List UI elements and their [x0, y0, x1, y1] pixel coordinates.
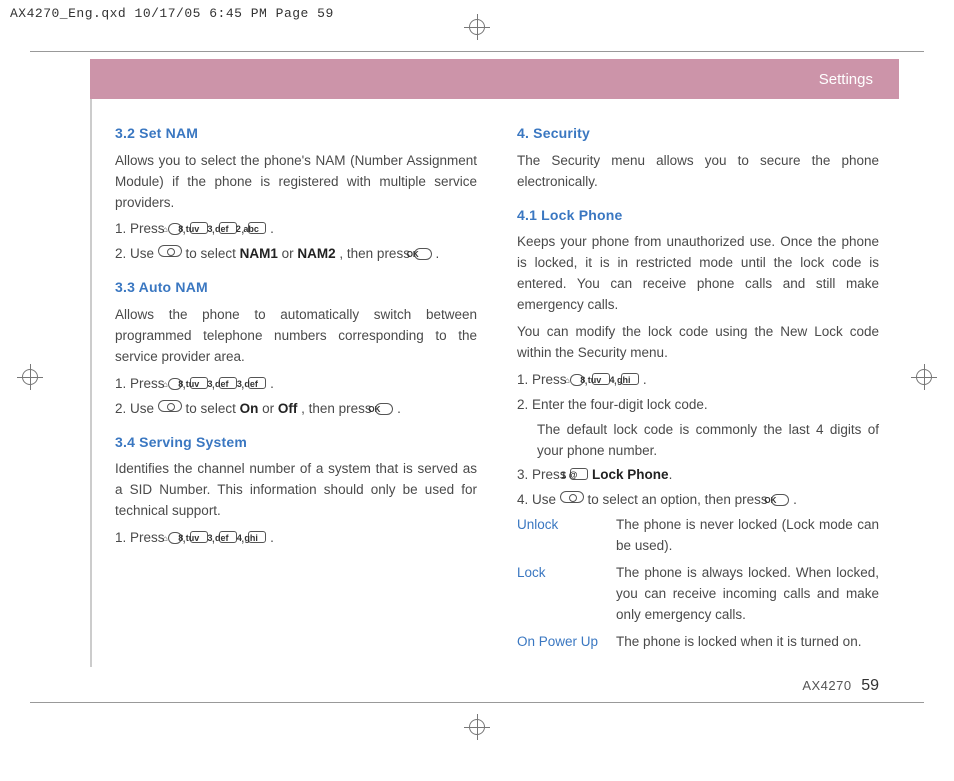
- key-8-icon: 8 tuv: [592, 373, 610, 385]
- header-band: Settings: [90, 59, 899, 99]
- option-term: On Power Up: [517, 632, 616, 659]
- step-3-2-1: 1. Press ⌂, 8 tuv , 3 def , 2 abc .: [115, 219, 477, 240]
- key-8-icon: 8 tuv: [190, 377, 208, 389]
- rule-top: [30, 51, 924, 52]
- key-8-icon: 8 tuv: [190, 531, 208, 543]
- footer: AX4270 59: [802, 677, 879, 695]
- option-term: Unlock: [517, 515, 616, 563]
- registration-mark-right: [911, 364, 937, 390]
- key-3-icon: 3 def: [219, 222, 237, 234]
- right-column: 4. Security The Security menu allows you…: [517, 123, 879, 657]
- para-4-1b: You can modify the lock code using the N…: [517, 322, 879, 364]
- para-3-3: Allows the phone to automatically switch…: [115, 305, 477, 368]
- page-frame: Settings 3.2 Set NAM Allows you to selec…: [30, 27, 924, 727]
- para-4-1a: Keeps your phone from unauthorized use. …: [517, 232, 879, 316]
- text: to select: [186, 401, 240, 416]
- text: 2. Use: [115, 246, 158, 261]
- header-title: Settings: [819, 71, 873, 88]
- step-3-4-1: 1. Press ⌂, 8 tuv , 3 def , 4 ghi .: [115, 528, 477, 549]
- rule-bottom: [30, 702, 924, 703]
- key-8-icon: 8 tuv: [190, 222, 208, 234]
- para-4: The Security menu allows you to secure t…: [517, 151, 879, 193]
- option-row-unlock: Unlock The phone is never locked (Lock m…: [517, 515, 879, 563]
- text: to select: [186, 246, 240, 261]
- step-3-3-2: 2. Use to select On or Off , then press …: [115, 399, 477, 420]
- text: 4. Use: [517, 492, 560, 507]
- text: 1. Press: [115, 376, 168, 391]
- bold-nam2: NAM2: [297, 246, 335, 261]
- text: , then press: [301, 401, 375, 416]
- content-area: 3.2 Set NAM Allows you to select the pho…: [115, 123, 879, 657]
- step-4-1-2-sub: The default lock code is commonly the la…: [517, 420, 879, 462]
- para-3-4: Identifies the channel number of a syste…: [115, 459, 477, 522]
- text: , then press: [339, 246, 413, 261]
- key-3-icon: 3 def: [219, 377, 237, 389]
- option-def: The phone is always locked. When locked,…: [616, 563, 879, 632]
- nav-key-icon: [560, 491, 584, 503]
- left-column: 3.2 Set NAM Allows you to select the pho…: [115, 123, 477, 657]
- bold-on: On: [240, 401, 259, 416]
- bold-nam1: NAM1: [240, 246, 278, 261]
- option-row-lock: Lock The phone is always locked. When lo…: [517, 563, 879, 632]
- heading-3-2: 3.2 Set NAM: [115, 123, 477, 145]
- key-1-icon: 1 @: [570, 468, 588, 480]
- footer-page: 59: [861, 677, 879, 694]
- step-4-1-2: 2. Enter the four-digit lock code.: [517, 395, 879, 416]
- registration-mark-bottom: [464, 714, 490, 740]
- key-4-icon: 4 ghi: [248, 531, 266, 543]
- text: 1. Press: [517, 372, 570, 387]
- step-4-1-3: 3. Press 1 @ Lock Phone.: [517, 465, 879, 486]
- ok-key-icon: OK: [375, 403, 393, 415]
- heading-4-1: 4.1 Lock Phone: [517, 205, 879, 227]
- heading-3-4: 3.4 Serving System: [115, 432, 477, 454]
- step-3-2-2: 2. Use to select NAM1 or NAM2 , then pre…: [115, 244, 477, 265]
- bold-off: Off: [278, 401, 298, 416]
- key-3-icon: 3 def: [219, 531, 237, 543]
- text: or: [282, 246, 298, 261]
- step-4-1-4: 4. Use to select an option, then press O…: [517, 490, 879, 511]
- vertical-rule: [90, 99, 92, 667]
- registration-mark-left: [17, 364, 43, 390]
- text: 1. Press: [115, 221, 168, 236]
- option-row-powerup: On Power Up The phone is locked when it …: [517, 632, 879, 659]
- options-table: Unlock The phone is never locked (Lock m…: [517, 515, 879, 659]
- heading-3-3: 3.3 Auto NAM: [115, 277, 477, 299]
- ok-key-icon: OK: [414, 248, 432, 260]
- bold-lock-phone: Lock Phone: [592, 467, 669, 482]
- option-def: The phone is locked when it is turned on…: [616, 632, 879, 659]
- footer-model: AX4270: [802, 678, 851, 693]
- text: or: [262, 401, 278, 416]
- key-4-icon: 4 ghi: [621, 373, 639, 385]
- para-3-2: Allows you to select the phone's NAM (Nu…: [115, 151, 477, 214]
- key-3-icon: 3 def: [248, 377, 266, 389]
- text: 1. Press: [115, 530, 168, 545]
- key-2-icon: 2 abc: [248, 222, 266, 234]
- ok-key-icon: OK: [771, 494, 789, 506]
- registration-mark-top: [464, 14, 490, 40]
- step-4-1-1: 1. Press ⌂, 8 tuv , 4 ghi .: [517, 370, 879, 391]
- option-def: The phone is never locked (Lock mode can…: [616, 515, 879, 563]
- text: to select an option, then press: [588, 492, 772, 507]
- nav-key-icon: [158, 400, 182, 412]
- step-3-3-1: 1. Press ⌂, 8 tuv , 3 def , 3 def .: [115, 374, 477, 395]
- text: 2. Use: [115, 401, 158, 416]
- nav-key-icon: [158, 245, 182, 257]
- heading-4: 4. Security: [517, 123, 879, 145]
- option-term: Lock: [517, 563, 616, 632]
